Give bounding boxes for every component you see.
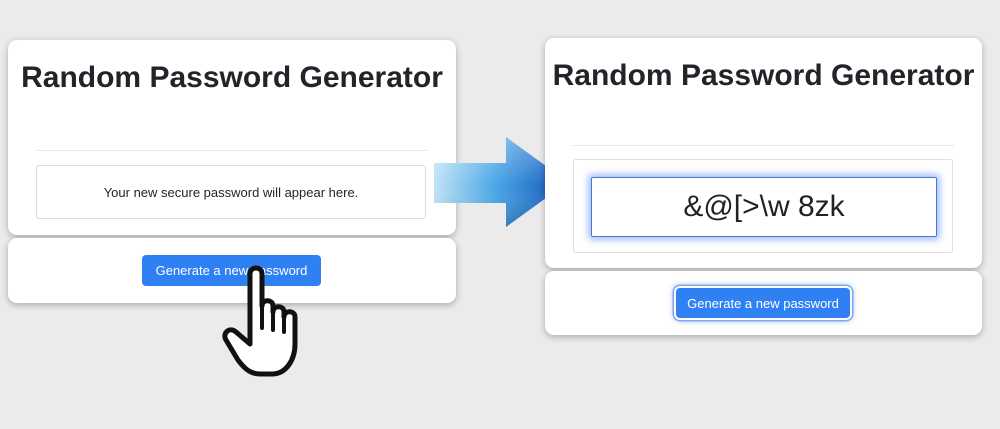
tutorial-stage: Random Password Generator Your new secur… (0, 0, 1000, 429)
password-output-placeholder: Your new secure password will appear her… (36, 165, 426, 219)
after-button-card: Generate a new password (545, 271, 982, 335)
title-divider (573, 145, 954, 146)
generate-password-button[interactable]: Generate a new password (676, 288, 850, 318)
generated-password-field[interactable]: &@[>\w 8zk (591, 177, 937, 237)
after-password-card: Random Password Generator &@[>\w 8zk (545, 38, 982, 268)
page-title: Random Password Generator (552, 59, 975, 92)
generated-password-text: &@[>\w 8zk (683, 190, 845, 223)
title-divider (36, 150, 428, 151)
placeholder-text: Your new secure password will appear her… (103, 184, 359, 200)
page-title: Random Password Generator (21, 61, 443, 94)
pointing-hand-cursor-icon (222, 265, 298, 377)
password-output-container: &@[>\w 8zk (573, 159, 953, 253)
before-password-card: Random Password Generator Your new secur… (8, 40, 456, 235)
